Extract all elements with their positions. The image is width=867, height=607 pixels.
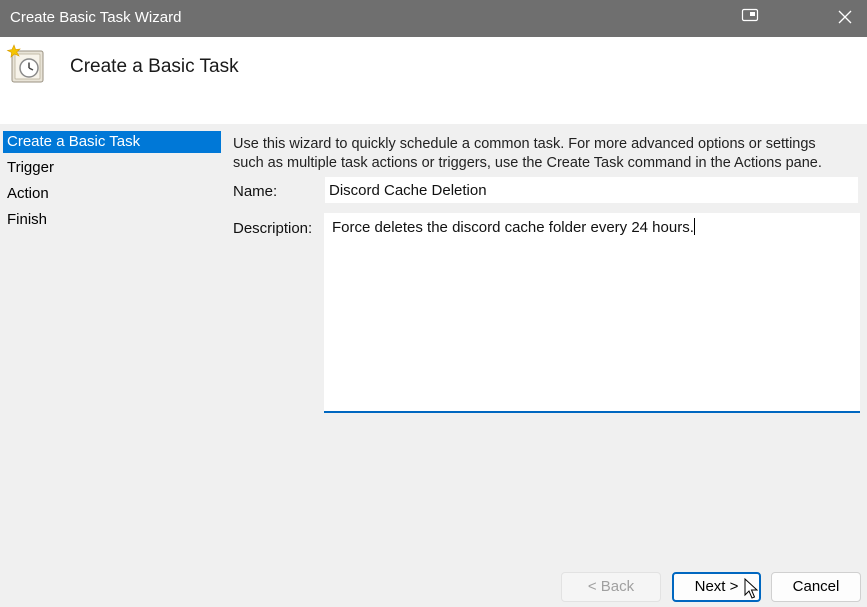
sidebar-item-trigger[interactable]: Trigger — [3, 157, 221, 179]
text-caret — [693, 218, 695, 235]
window-title: Create Basic Task Wizard — [10, 9, 182, 26]
mouse-pointer-icon — [744, 578, 758, 599]
back-button[interactable]: < Back — [561, 572, 661, 602]
cancel-button[interactable]: Cancel — [771, 572, 861, 602]
back-button-label: < Back — [587, 578, 635, 595]
snap-layout-icon[interactable] — [741, 8, 759, 22]
description-value: Force deletes the discord cache folder e… — [332, 219, 694, 236]
sidebar-item-label: Trigger — [7, 159, 54, 176]
name-label: Name: — [233, 183, 278, 200]
sidebar-item-label: Action — [7, 185, 49, 202]
close-icon[interactable] — [836, 8, 854, 26]
next-button-label: Next > — [694, 578, 739, 595]
description-field[interactable]: Force deletes the discord cache folder e… — [324, 213, 860, 413]
cancel-button-label: Cancel — [792, 578, 840, 595]
name-field[interactable]: Discord Cache Deletion — [324, 176, 859, 204]
sidebar-item-action[interactable]: Action — [3, 183, 221, 205]
sidebar-item-label: Create a Basic Task — [7, 133, 141, 150]
sidebar-item-label: Finish — [7, 211, 48, 228]
intro-line-2: such as multiple task actions or trigger… — [233, 155, 822, 171]
wizard-header: Create a Basic Task — [0, 37, 867, 124]
title-bar: Create Basic Task Wizard — [0, 0, 867, 37]
page-title: Create a Basic Task — [70, 56, 239, 77]
wizard-intro-text: Use this wizard to quickly schedule a co… — [233, 135, 853, 173]
sidebar-item-finish[interactable]: Finish — [3, 209, 221, 231]
name-value: Discord Cache Deletion — [329, 182, 487, 199]
sidebar-item-create-basic-task[interactable]: Create a Basic Task — [3, 131, 221, 153]
intro-line-1: Use this wizard to quickly schedule a co… — [233, 136, 816, 152]
description-label: Description: — [233, 220, 313, 237]
task-scheduler-clock-icon — [6, 44, 44, 83]
